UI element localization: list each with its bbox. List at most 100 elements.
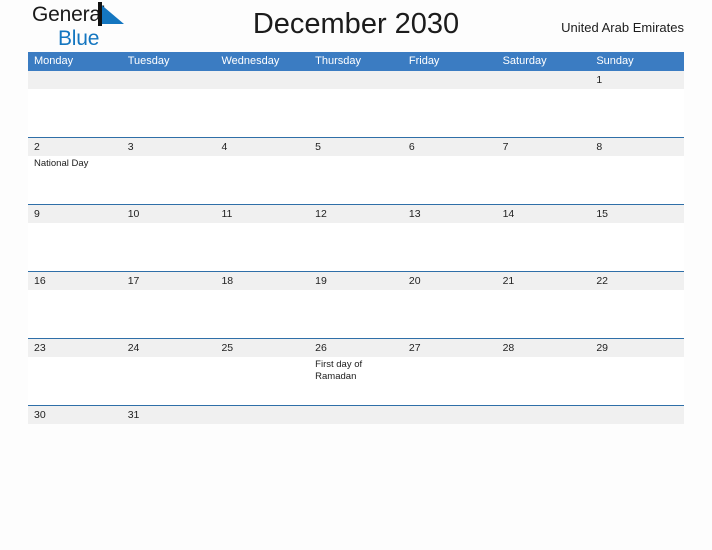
day-cell-26[interactable]: 26 First day of Ramadan	[309, 339, 403, 405]
day-cell-empty	[309, 71, 403, 137]
day-number: 22	[596, 275, 608, 287]
day-number: 30	[34, 409, 46, 421]
weekday-wednesday: Wednesday	[221, 55, 280, 67]
day-number	[503, 71, 591, 89]
day-number: 17	[127, 275, 140, 287]
day-cell-18[interactable]: 18	[215, 272, 309, 338]
day-number: 24	[127, 342, 140, 354]
day-cell-empty	[309, 406, 403, 424]
day-cell-empty	[590, 406, 684, 424]
day-cell-16[interactable]: 16	[28, 272, 122, 338]
day-number: 14	[502, 208, 515, 220]
day-number: 28	[502, 342, 515, 354]
day-number: 3	[127, 141, 134, 153]
day-cell-30[interactable]: 30	[28, 406, 122, 424]
day-cell-group: 9 10 11 12 13 14 15	[28, 205, 684, 271]
day-number: 1	[596, 74, 603, 86]
day-cell-21[interactable]: 21	[497, 272, 591, 338]
day-cell-empty	[215, 406, 309, 424]
day-events: First day of Ramadan	[315, 357, 403, 383]
day-number: 10	[127, 208, 140, 220]
calendar-weeks: 1 2 National Day 3 4 5 6 7 8 9 10 11 12 13 14 15 16 17 18 1…	[28, 71, 684, 424]
calendar-week-row: 30 31	[28, 405, 684, 424]
day-cell-20[interactable]: 20	[403, 272, 497, 338]
day-cell-group: 16 17 18 19 20 21 22	[28, 272, 684, 338]
day-cell-2[interactable]: 2 National Day	[28, 138, 122, 204]
day-number	[503, 406, 591, 424]
day-cell-19[interactable]: 19	[309, 272, 403, 338]
calendar-week-row: 1	[28, 71, 684, 137]
day-number: 19	[315, 275, 327, 287]
day-cell-3[interactable]: 3	[122, 138, 216, 204]
day-cell-31[interactable]: 31	[122, 406, 216, 424]
day-number: 8	[596, 141, 603, 153]
weekday-header-row: Monday Tuesday Wednesday Thursday Friday…	[28, 52, 684, 71]
day-cell-group: 23 24 25 26 First day of Ramadan 27 28 29	[28, 339, 684, 405]
day-cell-9[interactable]: 9	[28, 205, 122, 271]
calendar-week-row: 16 17 18 19 20 21 22	[28, 271, 684, 338]
day-number: 16	[34, 275, 46, 287]
weekday-monday: Monday	[34, 55, 74, 67]
calendar-week-row: 9 10 11 12 13 14 15	[28, 204, 684, 271]
day-number: 26	[315, 342, 327, 354]
day-cell-empty	[122, 71, 216, 137]
day-number: 13	[408, 208, 421, 220]
day-number: 18	[221, 275, 234, 287]
day-cell-17[interactable]: 17	[122, 272, 216, 338]
page-header: General Blue December 2030 United Arab E…	[28, 0, 684, 52]
day-cell-group: 2 National Day 3 4 5 6 7 8	[28, 138, 684, 204]
day-number	[315, 71, 403, 89]
day-number: 7	[502, 141, 509, 153]
day-cell-empty	[403, 406, 497, 424]
day-number: 12	[315, 208, 327, 220]
day-number: 21	[502, 275, 515, 287]
day-number	[34, 71, 122, 89]
day-event-label: First day of Ramadan	[315, 359, 363, 382]
day-events: National Day	[34, 156, 122, 170]
day-number: 29	[596, 342, 608, 354]
day-cell-29[interactable]: 29	[590, 339, 684, 405]
day-cell-10[interactable]: 10	[122, 205, 216, 271]
day-cell-6[interactable]: 6	[403, 138, 497, 204]
day-cell-empty	[497, 71, 591, 137]
day-number: 20	[408, 275, 421, 287]
day-cell-12[interactable]: 12	[309, 205, 403, 271]
day-cell-5[interactable]: 5	[309, 138, 403, 204]
day-cell-empty	[497, 406, 591, 424]
day-cell-empty	[215, 71, 309, 137]
day-cell-11[interactable]: 11	[215, 205, 309, 271]
calendar-week-row: 2 National Day 3 4 5 6 7 8	[28, 137, 684, 204]
day-number: 15	[596, 208, 608, 220]
weekday-thursday: Thursday	[315, 55, 362, 67]
weekday-saturday: Saturday	[502, 55, 547, 67]
day-cell-24[interactable]: 24	[122, 339, 216, 405]
day-cell-4[interactable]: 4	[215, 138, 309, 204]
day-number: 5	[315, 141, 321, 153]
day-number	[409, 71, 497, 89]
day-number: 6	[408, 141, 415, 153]
day-cell-1[interactable]: 1	[590, 71, 684, 137]
day-cell-27[interactable]: 27	[403, 339, 497, 405]
day-number	[221, 71, 309, 89]
day-cell-empty	[403, 71, 497, 137]
day-cell-23[interactable]: 23	[28, 339, 122, 405]
day-event-label: National Day	[34, 158, 89, 169]
day-cell-14[interactable]: 14	[497, 205, 591, 271]
day-number	[596, 406, 684, 424]
day-cell-22[interactable]: 22	[590, 272, 684, 338]
weekday-friday: Friday	[408, 55, 440, 67]
day-cell-15[interactable]: 15	[590, 205, 684, 271]
day-number: 23	[34, 342, 46, 354]
day-number	[315, 406, 403, 424]
weekday-tuesday: Tuesday	[127, 55, 170, 67]
day-number: 31	[127, 409, 140, 421]
calendar-week-row: 23 24 25 26 First day of Ramadan 27 28 29	[28, 338, 684, 405]
day-cell-13[interactable]: 13	[403, 205, 497, 271]
day-cell-25[interactable]: 25	[215, 339, 309, 405]
day-number	[409, 406, 497, 424]
day-cell-empty	[28, 71, 122, 137]
day-cell-8[interactable]: 8	[590, 138, 684, 204]
day-cell-28[interactable]: 28	[497, 339, 591, 405]
day-cell-7[interactable]: 7	[497, 138, 591, 204]
day-number: 25	[221, 342, 234, 354]
